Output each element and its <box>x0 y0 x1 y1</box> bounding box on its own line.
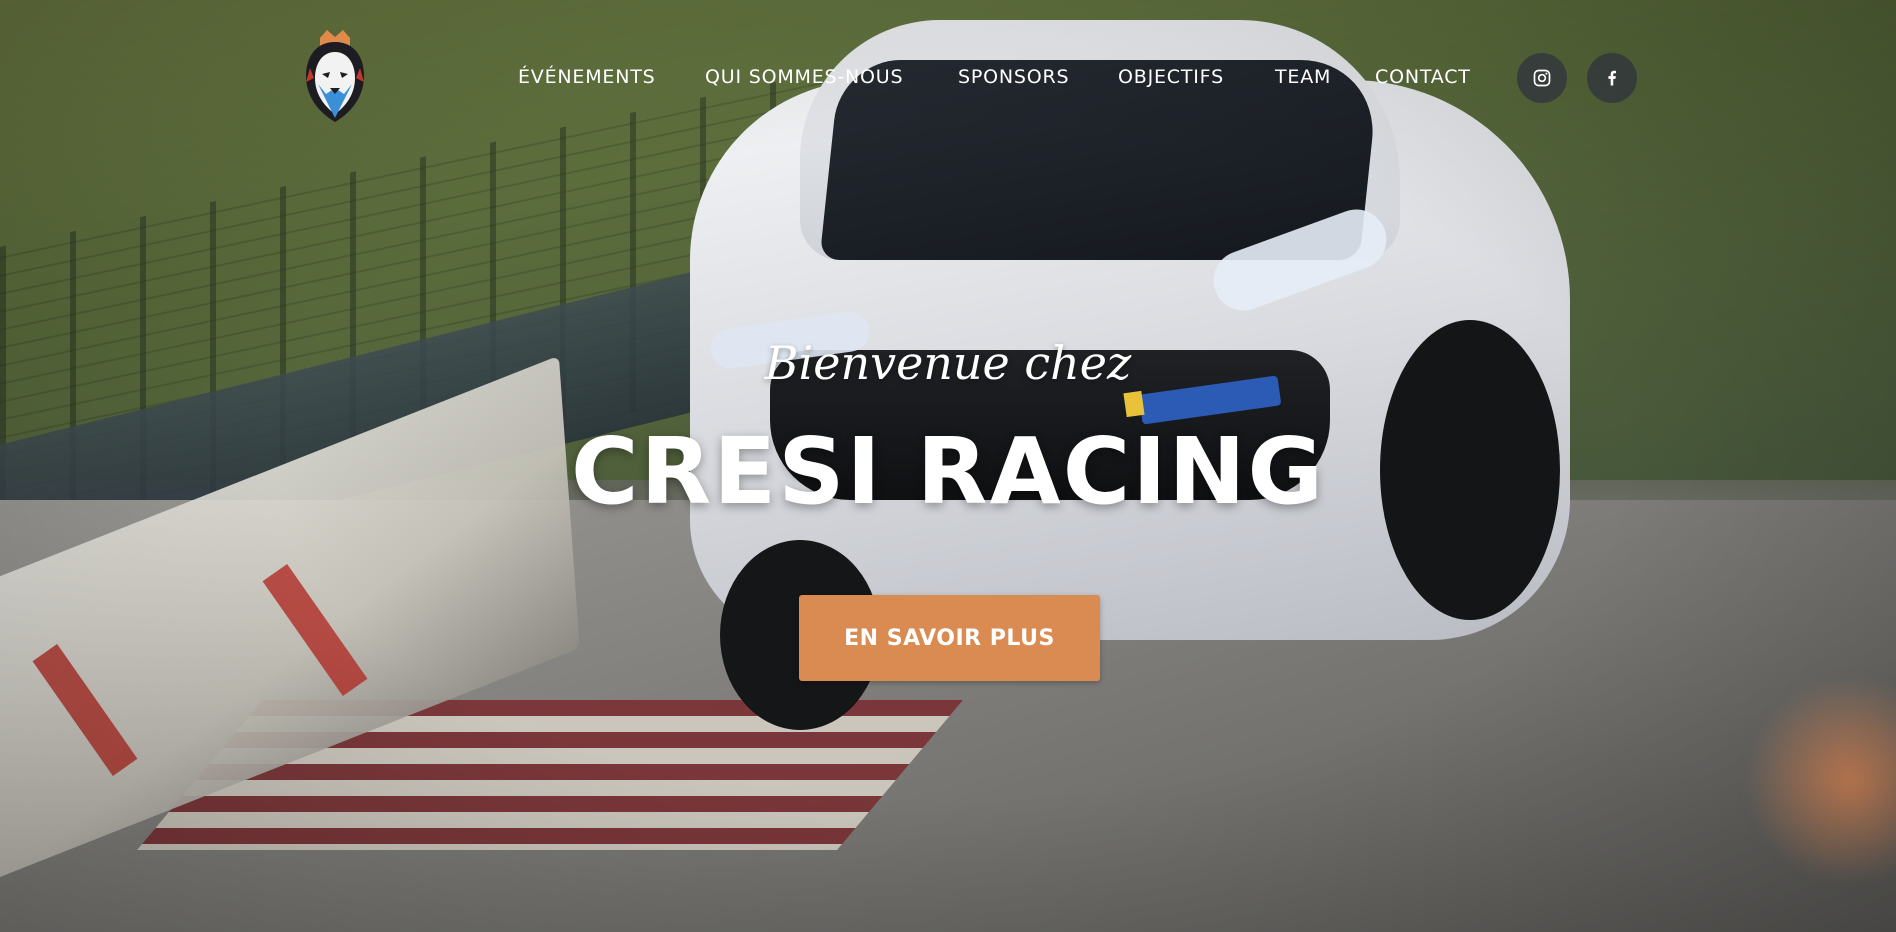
en-savoir-plus-button[interactable]: EN SAVOIR PLUS <box>799 595 1100 681</box>
facebook-button[interactable] <box>1587 53 1637 103</box>
instagram-button[interactable] <box>1517 53 1567 103</box>
nav-link-sponsors[interactable]: SPONSORS <box>958 66 1069 88</box>
facebook-icon <box>1608 70 1616 86</box>
nav-link-evenements[interactable]: ÉVÉNEMENTS <box>518 66 656 88</box>
hero-welcome-text: Bienvenue chez <box>764 336 1132 390</box>
nav-link-qui-sommes-nous[interactable]: QUI SOMMES-NOUS <box>705 66 903 88</box>
nav-link-team[interactable]: TEAM <box>1275 66 1331 88</box>
hero-section: ÉVÉNEMENTS QUI SOMMES-NOUS SPONSORS OBJE… <box>0 0 1896 932</box>
instagram-icon <box>1533 69 1551 87</box>
nav-link-contact[interactable]: CONTACT <box>1375 66 1471 88</box>
nav-link-objectifs[interactable]: OBJECTIFS <box>1118 66 1224 88</box>
hero-title: CRESI RACING <box>570 418 1326 525</box>
